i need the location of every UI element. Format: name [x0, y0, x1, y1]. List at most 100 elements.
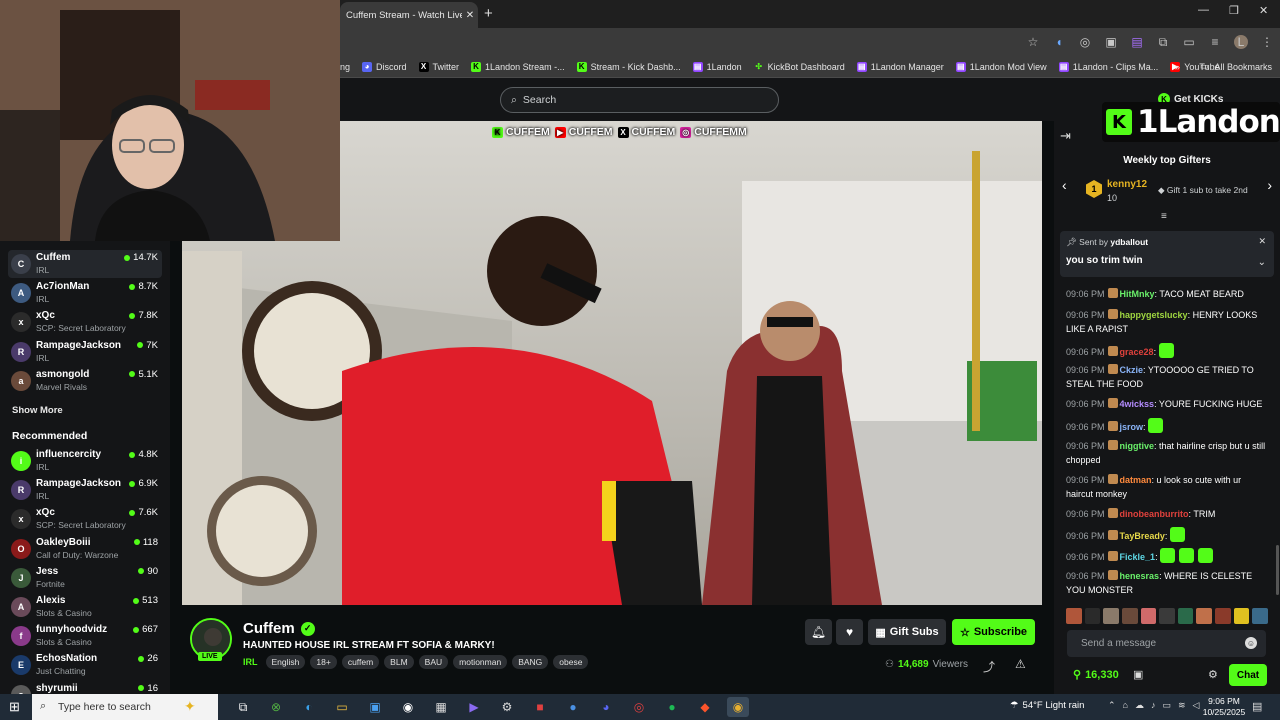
unpin-icon[interactable]: ✕ [1258, 236, 1266, 247]
store-icon[interactable]: ▣ [364, 697, 386, 717]
chat-send-button[interactable]: Chat [1229, 664, 1267, 686]
emote-icon[interactable] [1233, 608, 1250, 624]
stream-tag[interactable]: BAU [418, 655, 449, 669]
stream-tag[interactable]: 18+ [310, 655, 337, 669]
bookmark-item[interactable]: ▤ 1Landon Manager [856, 61, 944, 72]
message-username[interactable]: 4wickss [1120, 399, 1155, 409]
message-username[interactable]: niggtive [1120, 441, 1155, 451]
bookmark-item[interactable]: K Stream - Kick Dashb... [576, 61, 681, 72]
emote-icon[interactable] [1179, 548, 1195, 563]
calculator-icon[interactable]: ▦ [430, 697, 452, 717]
emote-icon[interactable] [1084, 608, 1101, 624]
show-more-link[interactable]: Show More [12, 405, 63, 416]
bookmark-item[interactable]: ▤ 1Landon [692, 61, 742, 72]
stream-tag[interactable]: cuffem [341, 655, 380, 669]
subscribe-button[interactable]: ☆ Subscribe [952, 619, 1035, 645]
emote-icon[interactable] [1148, 418, 1164, 433]
emote-icon[interactable] [1169, 527, 1185, 542]
collapse-chat-icon[interactable]: ⇥ [1060, 128, 1071, 144]
sidebar-icon[interactable]: ▭ [1182, 35, 1196, 49]
emote-icon[interactable] [1159, 608, 1175, 624]
sidebar-channel[interactable]: f funnyhoodvidz Slots & Casino 667 [8, 622, 162, 650]
app-icon[interactable]: ● [562, 697, 584, 717]
message-username[interactable]: datman [1120, 475, 1152, 485]
extension-icon[interactable]: ◖ [1052, 35, 1066, 49]
gear-icon[interactable]: ⚙ [1208, 668, 1218, 681]
sidebar-channel[interactable]: R RampageJackson IRL 6.9K [8, 476, 162, 504]
menu-kebab-icon[interactable]: ⋮ [1260, 35, 1274, 49]
sidebar-channel[interactable]: R RampageJackson IRL 7K [8, 338, 162, 366]
chevron-left-icon[interactable]: ‹ [1062, 177, 1067, 193]
windows-start-icon[interactable]: ⊞ [9, 699, 20, 715]
star-icon[interactable]: ☆ [1026, 35, 1040, 49]
system-clock[interactable]: 9:06 PM 10/25/2025 [1200, 696, 1248, 718]
gift-subs-button[interactable]: ▦ Gift Subs [868, 619, 946, 645]
sidebar-channel[interactable]: x xQc SCP: Secret Laboratory 7.6K [8, 505, 162, 533]
reading-list-icon[interactable]: ≡ [1208, 35, 1222, 49]
obs-icon[interactable]: ◉ [397, 697, 419, 717]
streamer-name[interactable]: Cuffem ✓ [243, 620, 315, 637]
sidebar-channel[interactable]: O OakleyBoiii Call of Duty: Warzone 118 [8, 535, 162, 563]
bookmark-item[interactable]: ▤ 1Landon Mod View [955, 61, 1047, 72]
sidebar-channel[interactable]: A Alexis Slots & Casino 513 [8, 593, 162, 621]
emote-icon[interactable] [1121, 608, 1138, 624]
emote-icon[interactable] [1215, 608, 1231, 624]
network-icon[interactable]: ⌂ [1123, 700, 1128, 711]
extension-icon[interactable]: ▣ [1104, 35, 1118, 49]
chevron-right-icon[interactable]: › [1267, 177, 1272, 193]
message-username[interactable]: Ckzie [1120, 365, 1144, 375]
puzzle-icon[interactable]: ⧉ [1156, 35, 1170, 50]
browser-tab[interactable]: Cuffem Stream - Watch Live on ✕ [340, 2, 478, 28]
store-icon[interactable]: ▣ [1133, 668, 1143, 681]
sidebar-channel[interactable]: a asmongold Marvel Rivals 5.1K [8, 367, 162, 395]
gift-cta[interactable]: ◆ Gift 1 sub to take 2nd [1158, 185, 1248, 196]
stream-category[interactable]: IRL [243, 657, 258, 667]
settings-icon[interactable]: ⚙ [496, 697, 518, 717]
sidebar-channel[interactable]: E EchosNation Just Chatting 26 [8, 651, 162, 679]
gifter-name[interactable]: kenny12 [1107, 179, 1147, 190]
copilot-icon[interactable]: ✦ [184, 698, 196, 715]
stream-tag[interactable]: motionman [453, 655, 508, 669]
discord-icon[interactable]: ◕ [595, 697, 617, 717]
message-username[interactable]: TayBready [1120, 531, 1165, 541]
display-icon[interactable]: ▭ [1162, 700, 1171, 711]
stream-tag[interactable]: BANG [512, 655, 549, 669]
wifi-icon[interactable]: ≋ [1178, 700, 1186, 711]
all-bookmarks-link[interactable]: All Bookmarks [1214, 62, 1272, 72]
bookmark-item[interactable]: X Twitter [418, 61, 459, 72]
stream-tag[interactable]: English [265, 655, 306, 669]
message-username[interactable]: henesras [1120, 571, 1160, 581]
new-tab-icon[interactable]: + [484, 5, 493, 22]
pinned-by-user[interactable]: ydballout [1110, 237, 1148, 247]
emote-icon[interactable] [1158, 343, 1174, 358]
share-icon[interactable]: ⤴ [983, 658, 995, 675]
app-icon[interactable]: ■ [529, 697, 551, 717]
restore-icon[interactable]: ❐ [1229, 4, 1239, 17]
channel-points[interactable]: ⚲ 16,330 [1073, 668, 1119, 682]
media-player-icon[interactable]: ▶ [463, 697, 485, 717]
emote-icon[interactable] [1177, 608, 1194, 624]
message-username[interactable]: happygetslucky [1120, 310, 1188, 320]
follow-heart-button[interactable]: ♥ [836, 619, 863, 645]
search-input[interactable]: ⌕ Search [500, 87, 779, 113]
chevron-up-icon[interactable]: ⌃ [1108, 700, 1116, 711]
chrome-icon[interactable]: ◉ [727, 697, 749, 717]
cloud-icon[interactable]: ☁ [1135, 700, 1144, 711]
app-icon[interactable]: ◎ [628, 697, 650, 717]
bookmark-item[interactable]: K 1Landon Stream -... [471, 61, 565, 72]
bookmark-item[interactable]: ng [340, 62, 350, 72]
bookmark-item[interactable]: ◕ Discord [362, 61, 407, 72]
bookmark-item[interactable]: ✣ KickBot Dashboard [754, 62, 844, 72]
spotify-icon[interactable]: ● [661, 697, 683, 717]
mic-icon[interactable]: ♪ [1151, 700, 1156, 711]
message-username[interactable]: jsrow [1120, 422, 1144, 432]
more-bookmarks-icon[interactable]: » [1175, 62, 1180, 72]
chevron-down-icon[interactable]: ⌄ [1258, 257, 1266, 268]
twitch-extension-icon[interactable]: ▤ [1130, 35, 1144, 49]
edge-icon[interactable]: ◐ [298, 697, 320, 717]
emoji-icon[interactable]: ☺ [1245, 637, 1257, 649]
task-view-icon[interactable]: ⧉ [232, 697, 254, 717]
close-tab-icon[interactable]: ✕ [462, 10, 478, 21]
stream-tag[interactable]: BLM [384, 655, 414, 669]
message-username[interactable]: dinobeanburrito [1120, 509, 1189, 519]
